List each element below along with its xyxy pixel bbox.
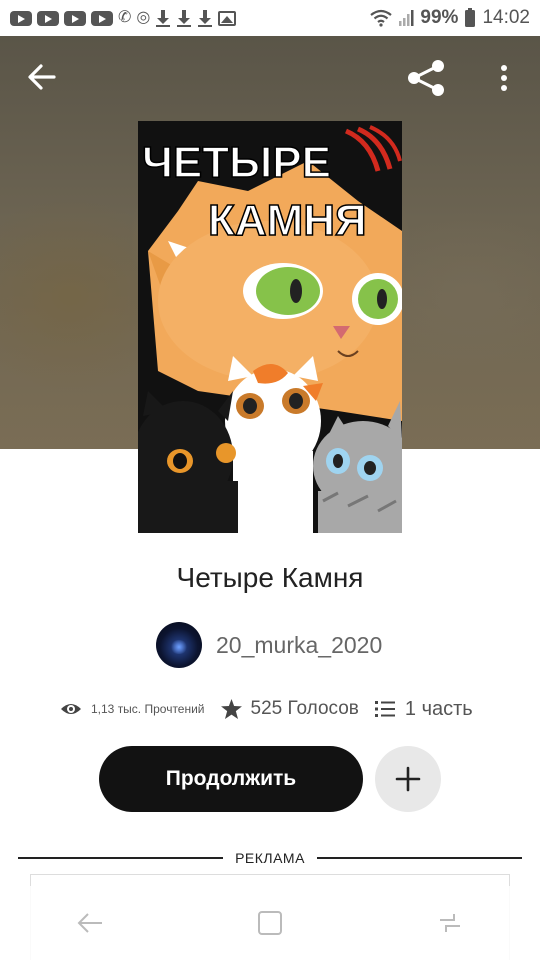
parts-count[interactable]: 1 часть xyxy=(405,698,473,721)
reads-stat: 1,13 тыс. Прочтений xyxy=(60,701,205,717)
notification-icons: ✆ ◎ xyxy=(10,9,237,27)
divider xyxy=(18,857,224,859)
youtube-icon xyxy=(37,10,59,26)
download-icon xyxy=(197,9,213,27)
votes-count: 525 Голосов xyxy=(250,698,359,719)
plus-icon xyxy=(395,766,421,792)
cover-illustration: ЧЕТЫРЕ КАМНЯ xyxy=(138,121,402,533)
recents-icon xyxy=(440,914,460,932)
story-details-screen: ✆ ◎ 99% 14:02 ЧЕТЫРЕ КАМНЯ Четыре Камня … xyxy=(0,0,540,960)
download-icon xyxy=(176,9,192,27)
avatar[interactable] xyxy=(156,622,202,668)
cover-title-line2: КАМНЯ xyxy=(208,196,367,245)
wifi-icon xyxy=(370,9,393,27)
eye-icon xyxy=(61,704,81,714)
download-icon xyxy=(155,9,171,27)
battery-icon xyxy=(465,8,476,27)
nav-back-button[interactable] xyxy=(70,903,110,943)
target-icon: ◎ xyxy=(136,9,151,26)
arrow-left-icon[interactable] xyxy=(26,60,58,94)
ad-divider: РЕКЛАМА xyxy=(18,848,523,868)
youtube-icon xyxy=(64,10,86,26)
share-icon[interactable] xyxy=(404,58,448,98)
phone-wifi-icon: ✆ xyxy=(118,9,132,26)
more-vertical-icon[interactable] xyxy=(492,62,516,94)
list-icon xyxy=(374,701,395,717)
continue-reading-button[interactable]: Продолжить xyxy=(99,746,363,812)
status-bar: ✆ ◎ 99% 14:02 xyxy=(0,0,540,36)
ad-label: РЕКЛАМА xyxy=(235,850,305,866)
battery-percent: 99% xyxy=(420,7,459,28)
book-cover[interactable]: ЧЕТЫРЕ КАМНЯ xyxy=(138,121,402,533)
author-link[interactable]: 20_murka_2020 xyxy=(156,622,382,668)
reads-count: 1,13 тыс. Прочтений xyxy=(91,702,205,716)
divider xyxy=(316,857,523,859)
story-title: Четыре Камня xyxy=(176,562,364,593)
parts-stat[interactable]: 1 часть xyxy=(374,698,473,721)
system-status: 99% 14:02 xyxy=(370,7,530,29)
cover-title-line1: ЧЕТЫРЕ xyxy=(142,138,331,187)
star-icon xyxy=(220,699,242,719)
author-name[interactable]: 20_murka_2020 xyxy=(216,632,382,659)
story-stats: 1,13 тыс. Прочтений 525 Голосов 1 часть xyxy=(60,694,500,724)
signal-icon xyxy=(399,10,414,26)
system-nav-bar xyxy=(0,886,540,960)
add-to-library-button[interactable] xyxy=(375,746,441,812)
back-icon xyxy=(77,913,102,933)
nav-home-button[interactable] xyxy=(250,903,290,943)
image-icon xyxy=(218,10,237,26)
votes-stat: 525 Голосов xyxy=(220,698,359,720)
youtube-icon xyxy=(91,10,113,26)
youtube-icon xyxy=(10,10,32,26)
nav-recents-button[interactable] xyxy=(430,903,470,943)
clock: 14:02 xyxy=(482,7,530,28)
home-square-icon xyxy=(258,911,282,935)
